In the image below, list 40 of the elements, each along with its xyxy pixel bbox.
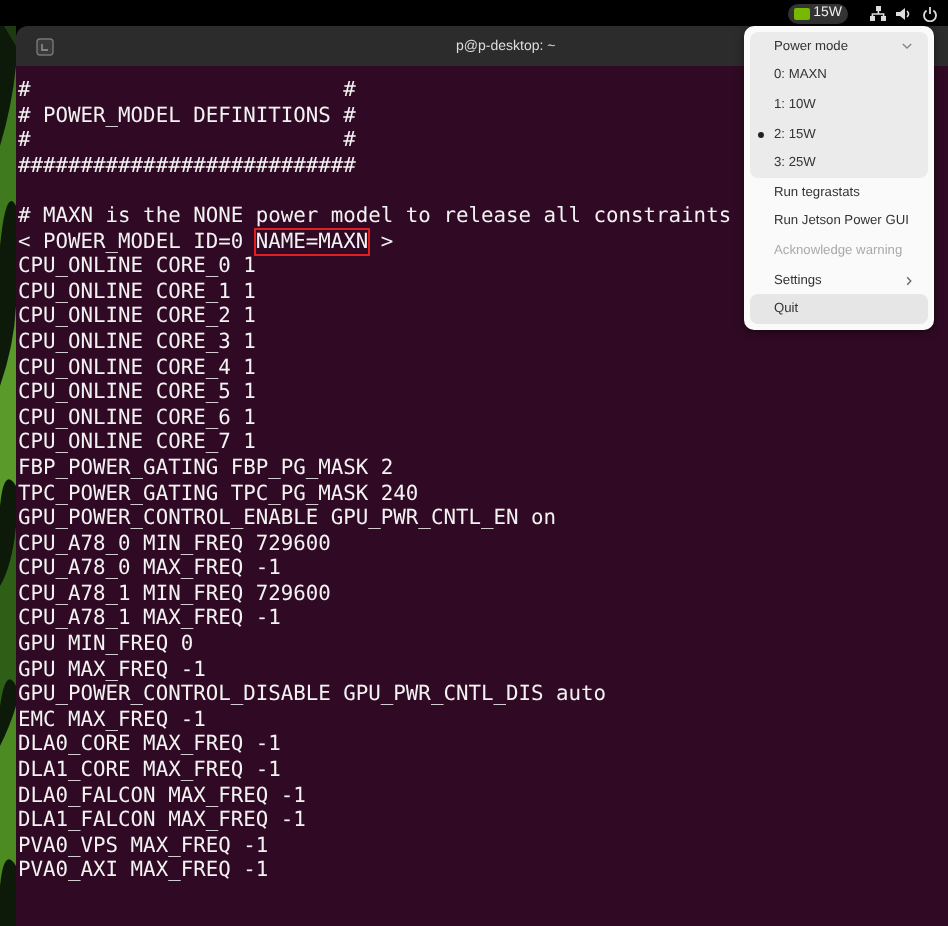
network-icon[interactable]	[870, 5, 886, 21]
terminal-line: # #	[18, 78, 356, 104]
terminal-line: DLA1_FALCON MAX_FREQ -1	[18, 808, 306, 834]
chevron-right-icon	[906, 275, 912, 286]
terminal-line: DLA0_CORE MAX_FREQ -1	[18, 732, 281, 759]
terminal-line: DLA1_CORE MAX_FREQ -1	[18, 758, 281, 784]
terminal-line: GPU MIN_FREQ 0	[18, 632, 194, 658]
terminal-line: CPU_ONLINE CORE_2 1	[18, 304, 256, 330]
terminal-line: CPU_ONLINE CORE_7 1	[18, 430, 256, 456]
terminal-line: # POWER_MODEL DEFINITIONS #	[18, 103, 356, 129]
terminal-line: TPC_POWER_GATING TPC_PG_MASK 240	[18, 481, 419, 507]
terminal-line: # MAXN is the NONE power model to release all constraints	[18, 203, 732, 230]
terminal-line: CPU_ONLINE CORE_6 1	[18, 405, 256, 431]
power-icon[interactable]	[922, 5, 938, 21]
chevron-icon	[902, 42, 912, 51]
terminal-line: ###########################	[18, 153, 356, 179]
terminal-line: GPU MAX_FREQ -1	[18, 657, 206, 683]
new-tab-icon[interactable]	[36, 37, 54, 55]
volume-icon[interactable]	[896, 5, 912, 21]
terminal-line: CPU_ONLINE CORE_4 1	[18, 355, 256, 381]
terminal-line: CPU_ONLINE CORE_1 1	[18, 279, 256, 305]
terminal-text: >	[378, 229, 394, 255]
terminal-line: EMC MAX_FREQ -1	[18, 707, 206, 733]
terminal-line: CPU_A78_0 MAX_FREQ -1	[18, 556, 281, 582]
chip-icon	[793, 7, 810, 19]
terminal-line: GPU_POWER_CONTROL_ENABLE GPU_PWR_CNTL_EN on	[18, 506, 556, 532]
terminal-line: CPU_A78_0 MIN_FREQ 729600	[18, 531, 331, 557]
terminal-line: GPU_POWER_CONTROL_DISABLE GPU_PWR_CNTL_DIS auto	[18, 682, 607, 708]
terminal-line: PVA0_AXI MAX_FREQ -1	[18, 858, 269, 884]
terminal-line: CPU_ONLINE CORE_3 1	[18, 329, 256, 356]
terminal-line: # #	[18, 128, 356, 154]
terminal-text: < POWER_MODEL ID=0	[18, 229, 246, 255]
terminal-line: CPU_ONLINE CORE_0 1	[18, 254, 256, 280]
highlighted-text: NAME=MAXN	[255, 229, 369, 255]
terminal-line: DLA0_FALCON MAX_FREQ -1	[18, 783, 306, 809]
terminal-line: CPU_A78_1 MIN_FREQ 729600	[18, 581, 331, 607]
terminal-line: CPU_A78_1 MAX_FREQ -1	[18, 606, 281, 633]
terminal-line: FBP_POWER_GATING FBP_PG_MASK 2	[18, 455, 394, 481]
terminal-line: CPU_ONLINE CORE_5 1	[18, 380, 256, 406]
terminal-line: PVA0_VPS MAX_FREQ -1	[18, 833, 269, 859]
